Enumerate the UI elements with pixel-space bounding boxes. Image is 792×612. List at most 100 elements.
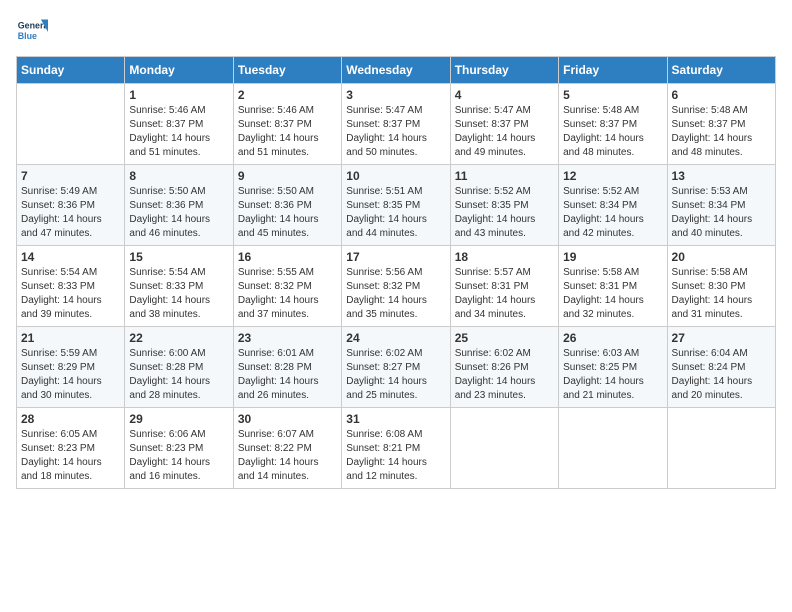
- day-cell: 24Sunrise: 6:02 AMSunset: 8:27 PMDayligh…: [342, 327, 450, 408]
- day-cell: 22Sunrise: 6:00 AMSunset: 8:28 PMDayligh…: [125, 327, 233, 408]
- day-number: 4: [455, 88, 554, 102]
- day-cell: 31 Sunrise: 6:08 AMSunset: 8:21 PMDayligh…: [342, 408, 450, 489]
- day-cell: 13 Sunrise: 5:53 AMSunset: 8:34 PMDayligh…: [667, 165, 775, 246]
- day-info: Sunrise: 5:46 AMSunset: 8:37 PMDaylight:…: [238, 104, 337, 160]
- day-cell: 30 Sunrise: 6:07 AMSunset: 8:22 PMDayligh…: [233, 408, 341, 489]
- day-info: Sunrise: 6:08 AMSunset: 8:21 PMDaylight:…: [346, 428, 445, 484]
- day-cell: 25Sunrise: 6:02 AMSunset: 8:26 PMDayligh…: [450, 327, 558, 408]
- day-cell: 21 Sunrise: 5:59 AMSunset: 8:29 PMDayligh…: [17, 327, 125, 408]
- day-cell: 19 Sunrise: 5:58 AMSunset: 8:31 PMDayligh…: [559, 246, 667, 327]
- day-cell: [450, 408, 558, 489]
- day-info: Sunrise: 6:06 AMSunset: 8:23 PMDaylight:…: [129, 428, 228, 484]
- day-number: 31: [346, 412, 445, 426]
- day-info: Sunrise: 5:54 AMSunset: 8:33 PMDaylight:…: [129, 266, 228, 322]
- day-info: Sunrise: 6:02 AMSunset: 8:27 PMDaylight:…: [346, 347, 445, 403]
- day-info: Sunrise: 6:07 AMSunset: 8:22 PMDaylight:…: [238, 428, 337, 484]
- day-info: Sunrise: 5:57 AMSunset: 8:31 PMDaylight:…: [455, 266, 554, 322]
- weekday-header-thursday: Thursday: [450, 57, 558, 84]
- day-cell: 18 Sunrise: 5:57 AMSunset: 8:31 PMDayligh…: [450, 246, 558, 327]
- day-number: 27: [672, 331, 771, 345]
- day-info: Sunrise: 5:52 AMSunset: 8:34 PMDaylight:…: [563, 185, 662, 241]
- day-info: Sunrise: 5:49 AMSunset: 8:36 PMDaylight:…: [21, 185, 120, 241]
- week-row-1: 7 Sunrise: 5:49 AMSunset: 8:36 PMDaylight…: [17, 165, 776, 246]
- day-info: Sunrise: 5:58 AMSunset: 8:30 PMDaylight:…: [672, 266, 771, 322]
- day-number: 8: [129, 169, 228, 183]
- day-info: Sunrise: 5:47 AMSunset: 8:37 PMDaylight:…: [346, 104, 445, 160]
- day-number: 5: [563, 88, 662, 102]
- week-row-4: 28 Sunrise: 6:05 AMSunset: 8:23 PMDayligh…: [17, 408, 776, 489]
- day-info: Sunrise: 5:52 AMSunset: 8:35 PMDaylight:…: [455, 185, 554, 241]
- day-cell: 10Sunrise: 5:51 AMSunset: 8:35 PMDayligh…: [342, 165, 450, 246]
- day-number: 19: [563, 250, 662, 264]
- day-cell: 28 Sunrise: 6:05 AMSunset: 8:23 PMDayligh…: [17, 408, 125, 489]
- day-number: 29: [129, 412, 228, 426]
- day-number: 22: [129, 331, 228, 345]
- day-number: 18: [455, 250, 554, 264]
- day-info: Sunrise: 5:46 AMSunset: 8:37 PMDaylight:…: [129, 104, 228, 160]
- day-cell: 12 Sunrise: 5:52 AMSunset: 8:34 PMDayligh…: [559, 165, 667, 246]
- day-number: 21: [21, 331, 120, 345]
- day-number: 6: [672, 88, 771, 102]
- week-row-0: 1 Sunrise: 5:46 AMSunset: 8:37 PMDaylight…: [17, 84, 776, 165]
- weekday-header-wednesday: Wednesday: [342, 57, 450, 84]
- calendar-table: SundayMondayTuesdayWednesdayThursdayFrid…: [16, 56, 776, 489]
- day-info: Sunrise: 5:51 AMSunset: 8:35 PMDaylight:…: [346, 185, 445, 241]
- calendar-body: 1 Sunrise: 5:46 AMSunset: 8:37 PMDaylight…: [17, 84, 776, 489]
- day-cell: 20 Sunrise: 5:58 AMSunset: 8:30 PMDayligh…: [667, 246, 775, 327]
- day-number: 12: [563, 169, 662, 183]
- day-number: 14: [21, 250, 120, 264]
- day-info: Sunrise: 5:59 AMSunset: 8:29 PMDaylight:…: [21, 347, 120, 403]
- day-cell: 16 Sunrise: 5:55 AMSunset: 8:32 PMDayligh…: [233, 246, 341, 327]
- day-cell: 6 Sunrise: 5:48 AMSunset: 8:37 PMDaylight…: [667, 84, 775, 165]
- day-cell: 9 Sunrise: 5:50 AMSunset: 8:36 PMDaylight…: [233, 165, 341, 246]
- day-cell: 27 Sunrise: 6:04 AMSunset: 8:24 PMDayligh…: [667, 327, 775, 408]
- day-info: Sunrise: 5:56 AMSunset: 8:32 PMDaylight:…: [346, 266, 445, 322]
- day-number: 26: [563, 331, 662, 345]
- day-info: Sunrise: 5:53 AMSunset: 8:34 PMDaylight:…: [672, 185, 771, 241]
- day-info: Sunrise: 6:03 AMSunset: 8:25 PMDaylight:…: [563, 347, 662, 403]
- day-number: 13: [672, 169, 771, 183]
- day-cell: [559, 408, 667, 489]
- day-number: 2: [238, 88, 337, 102]
- day-info: Sunrise: 5:47 AMSunset: 8:37 PMDaylight:…: [455, 104, 554, 160]
- day-cell: 5 Sunrise: 5:48 AMSunset: 8:37 PMDaylight…: [559, 84, 667, 165]
- day-info: Sunrise: 6:05 AMSunset: 8:23 PMDaylight:…: [21, 428, 120, 484]
- day-number: 9: [238, 169, 337, 183]
- day-info: Sunrise: 5:54 AMSunset: 8:33 PMDaylight:…: [21, 266, 120, 322]
- day-cell: 11Sunrise: 5:52 AMSunset: 8:35 PMDayligh…: [450, 165, 558, 246]
- day-info: Sunrise: 5:48 AMSunset: 8:37 PMDaylight:…: [563, 104, 662, 160]
- day-info: Sunrise: 5:50 AMSunset: 8:36 PMDaylight:…: [129, 185, 228, 241]
- day-number: 25: [455, 331, 554, 345]
- day-cell: 15 Sunrise: 5:54 AMSunset: 8:33 PMDayligh…: [125, 246, 233, 327]
- day-info: Sunrise: 5:48 AMSunset: 8:37 PMDaylight:…: [672, 104, 771, 160]
- day-number: 23: [238, 331, 337, 345]
- day-cell: 2 Sunrise: 5:46 AMSunset: 8:37 PMDaylight…: [233, 84, 341, 165]
- weekday-header-row: SundayMondayTuesdayWednesdayThursdayFrid…: [17, 57, 776, 84]
- day-cell: 8 Sunrise: 5:50 AMSunset: 8:36 PMDaylight…: [125, 165, 233, 246]
- day-info: Sunrise: 5:55 AMSunset: 8:32 PMDaylight:…: [238, 266, 337, 322]
- day-number: 1: [129, 88, 228, 102]
- week-row-3: 21 Sunrise: 5:59 AMSunset: 8:29 PMDayligh…: [17, 327, 776, 408]
- weekday-header-sunday: Sunday: [17, 57, 125, 84]
- day-info: Sunrise: 5:58 AMSunset: 8:31 PMDaylight:…: [563, 266, 662, 322]
- day-number: 3: [346, 88, 445, 102]
- day-cell: 14 Sunrise: 5:54 AMSunset: 8:33 PMDayligh…: [17, 246, 125, 327]
- day-cell: 7 Sunrise: 5:49 AMSunset: 8:36 PMDaylight…: [17, 165, 125, 246]
- svg-text:Blue: Blue: [18, 31, 37, 41]
- day-number: 15: [129, 250, 228, 264]
- day-number: 20: [672, 250, 771, 264]
- day-number: 28: [21, 412, 120, 426]
- day-info: Sunrise: 6:04 AMSunset: 8:24 PMDaylight:…: [672, 347, 771, 403]
- day-cell: 1 Sunrise: 5:46 AMSunset: 8:37 PMDaylight…: [125, 84, 233, 165]
- weekday-header-tuesday: Tuesday: [233, 57, 341, 84]
- page-header: General Blue: [16, 16, 776, 48]
- day-info: Sunrise: 5:50 AMSunset: 8:36 PMDaylight:…: [238, 185, 337, 241]
- day-number: 30: [238, 412, 337, 426]
- day-cell: [17, 84, 125, 165]
- day-number: 16: [238, 250, 337, 264]
- weekday-header-saturday: Saturday: [667, 57, 775, 84]
- day-number: 7: [21, 169, 120, 183]
- day-cell: 3 Sunrise: 5:47 AMSunset: 8:37 PMDaylight…: [342, 84, 450, 165]
- weekday-header-friday: Friday: [559, 57, 667, 84]
- day-cell: 4 Sunrise: 5:47 AMSunset: 8:37 PMDaylight…: [450, 84, 558, 165]
